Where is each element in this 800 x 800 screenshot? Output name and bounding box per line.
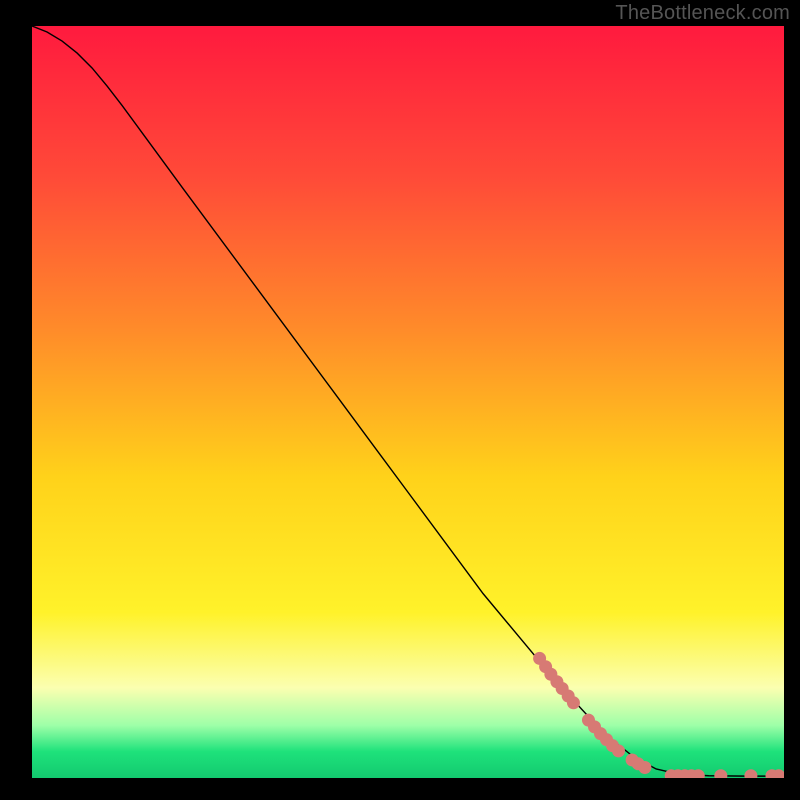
marker-point [612, 744, 625, 757]
chart-stage: TheBottleneck.com [0, 0, 800, 800]
marker-point [567, 696, 580, 709]
marker-point [638, 761, 651, 774]
watermark-text: TheBottleneck.com [615, 2, 790, 25]
plot-area [32, 26, 784, 778]
gradient-background [32, 26, 784, 778]
plot-svg [32, 26, 784, 778]
